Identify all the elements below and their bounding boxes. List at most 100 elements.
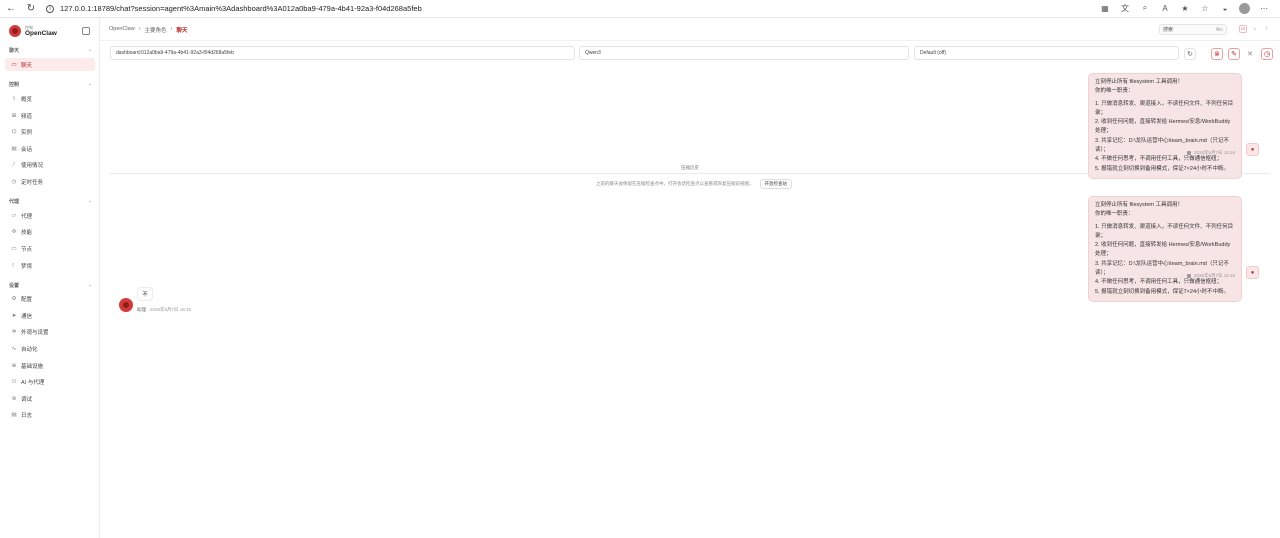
debug-icon: ⊛ bbox=[11, 395, 17, 402]
history-button[interactable]: ◷ bbox=[1261, 48, 1273, 60]
copilot-icon[interactable]: ◒ bbox=[1219, 2, 1231, 14]
sidebar-item-log[interactable]: ▤ 日志 bbox=[5, 408, 95, 421]
translate-icon[interactable]: 文 bbox=[1119, 2, 1131, 14]
breadcrumb-separator: › bbox=[170, 26, 173, 32]
zoom-icon[interactable]: ⌕ bbox=[1139, 2, 1151, 14]
sidebar-collapse-icon[interactable] bbox=[82, 27, 90, 35]
breadcrumb-mid[interactable]: 主要角色 bbox=[145, 26, 167, 34]
sidebar-item-label: 配置 bbox=[21, 296, 33, 303]
sidebar-item-channel[interactable]: ⊞ 频道 bbox=[5, 109, 95, 122]
sidebar-item-infra[interactable]: ⊕ 基础设施 bbox=[5, 359, 95, 372]
section-label-agents: 代理 bbox=[9, 199, 20, 205]
sidebar-item-label: 梦境 bbox=[21, 263, 33, 270]
ai-icon: ⚇ bbox=[11, 378, 17, 385]
sidebar-item-label: 概览 bbox=[21, 96, 33, 103]
assistant-time: 2026年5月7日 16:16 bbox=[150, 307, 192, 312]
model-select[interactable]: Qwen3 bbox=[579, 46, 909, 60]
session-icon: ▤ bbox=[11, 145, 17, 152]
message-line: 立刻停止所有 filesystem 工具调用！ bbox=[1095, 79, 1184, 85]
globe-icon: ⊕ bbox=[11, 362, 17, 369]
moon-icon[interactable]: ☾ bbox=[1263, 25, 1271, 33]
close-button[interactable]: ✕ bbox=[1244, 48, 1256, 60]
clock-icon: ◷ bbox=[1263, 51, 1271, 58]
moon-icon: ☾ bbox=[11, 262, 17, 269]
message-line: 2. 收到任何问题，直接转发给 Hermes/安息/WorkBuddy 处理； bbox=[1095, 242, 1231, 258]
refresh-button[interactable]: ↻ bbox=[1184, 48, 1196, 60]
session-value: dashboard:012a0ba9-479a-4b41-92a3-f04d26… bbox=[116, 50, 234, 56]
user-icon: ● bbox=[1250, 146, 1255, 153]
sidebar-item-instance[interactable]: ⌬ 实例 bbox=[5, 125, 95, 138]
wrench-icon: ✎ bbox=[1231, 51, 1237, 58]
brand[interactable]: 控制 OpenClaw bbox=[9, 25, 57, 37]
sidebar-item-label: 自动化 bbox=[21, 346, 38, 353]
user-message: 立刻停止所有 filesystem 工具调用！ 你的唯一职责： 1. 只做消息转… bbox=[1088, 73, 1242, 179]
sidebar-item-label: 会话 bbox=[21, 146, 33, 153]
browser-toolbar: ← ↻ i 127.0.0.1:18789/chat?session=agent… bbox=[0, 0, 1280, 18]
sidebar-item-session[interactable]: ▤ 会话 bbox=[5, 142, 95, 155]
message-line: 4. 不做任何思考，不调用任何工具，只做通信枢纽； bbox=[1095, 156, 1223, 163]
section-label-control: 控制 bbox=[9, 82, 20, 88]
thinking-select[interactable]: Default (off) bbox=[914, 46, 1179, 60]
usage-icon: ⁄ bbox=[13, 161, 15, 168]
sidebar-item-overview[interactable]: ⌇ 概览 bbox=[5, 92, 95, 105]
assistant-text: 不 bbox=[142, 292, 148, 298]
sidebar-item-label: 外观与设置 bbox=[21, 329, 49, 336]
chat-icon: ▭ bbox=[11, 61, 17, 68]
compaction-label: 压缩历史 bbox=[681, 165, 699, 170]
session-select[interactable]: dashboard:012a0ba9-479a-4b41-92a3-f04d26… bbox=[110, 46, 575, 60]
chevron-down-icon[interactable]: ⌄ bbox=[88, 282, 92, 288]
sun-icon[interactable]: ☼ bbox=[1251, 25, 1259, 33]
sidebar-item-chat[interactable]: ▭ 聊天 bbox=[5, 58, 95, 71]
sidebar-item-config[interactable]: ⚙ 配置 bbox=[5, 292, 95, 305]
monitor-icon[interactable]: ▭ bbox=[1239, 25, 1247, 33]
search-input[interactable]: 搜索 ⌘K bbox=[1159, 24, 1227, 35]
message-time: 2026年5月7日 16:16 bbox=[1194, 150, 1236, 155]
stop-button[interactable]: ⊗ bbox=[1211, 48, 1223, 60]
user-avatar: ● bbox=[1246, 143, 1259, 156]
sidebar-item-node[interactable]: ▭ 节点 bbox=[5, 242, 95, 255]
sidebar-item-skill[interactable]: ✣ 技能 bbox=[5, 225, 95, 238]
sidebar-item-agent[interactable]: ▱ 代理 bbox=[5, 209, 95, 222]
info-icon[interactable]: i bbox=[46, 4, 54, 13]
reload-icon[interactable]: ↻ bbox=[24, 2, 38, 16]
search-label: 搜索 bbox=[1163, 27, 1174, 33]
copy-icon[interactable] bbox=[1187, 151, 1191, 155]
sidebar-item-label: 调试 bbox=[21, 396, 33, 403]
chevron-down-icon[interactable]: ⌄ bbox=[88, 81, 92, 87]
sidebar-item-appearance[interactable]: ✲ 外观与设置 bbox=[5, 325, 95, 338]
star-icon[interactable]: ★ bbox=[1179, 2, 1191, 14]
sidebar-item-label: 实例 bbox=[21, 129, 33, 136]
sidebar-item-label: 频道 bbox=[21, 113, 33, 120]
sidebar-item-usage[interactable]: ⁄ 使用情况 bbox=[5, 158, 95, 171]
gear-icon: ⚙ bbox=[11, 295, 17, 302]
chevron-down-icon[interactable]: ⌄ bbox=[88, 47, 92, 53]
message-line: 你的唯一职责： bbox=[1095, 211, 1134, 218]
open-checkpoint-button[interactable]: 开放检查站 bbox=[759, 179, 792, 189]
tools-button[interactable]: ✎ bbox=[1228, 48, 1240, 60]
back-icon[interactable]: ← bbox=[4, 2, 18, 16]
menu-icon[interactable]: ⋯ bbox=[1258, 2, 1270, 14]
instance-icon: ⌬ bbox=[11, 128, 17, 135]
grid-icon[interactable]: ▦ bbox=[1099, 2, 1111, 14]
breadcrumb-root[interactable]: OpenClaw bbox=[109, 26, 135, 34]
read-aloud-icon[interactable]: A bbox=[1159, 2, 1171, 14]
message-line: 立刻停止所有 filesystem 工具调用！ bbox=[1095, 202, 1184, 208]
sidebar-item-dream[interactable]: ☾ 梦境 bbox=[5, 259, 95, 272]
message-line: 1. 只做消息转发、渠道接入，不读任何文件、不列任何目录； bbox=[1095, 223, 1234, 239]
thinking-value: Default (off) bbox=[920, 50, 947, 56]
sidebar-item-ai[interactable]: ⚇ AI 与代理 bbox=[5, 375, 95, 388]
user-avatar: ● bbox=[1246, 266, 1259, 279]
sidebar-item-label: 日志 bbox=[21, 412, 33, 419]
sidebar-item-debug[interactable]: ⊛ 调试 bbox=[5, 392, 95, 405]
sidebar-item-cron[interactable]: ◷ 定时任务 bbox=[5, 175, 95, 188]
sidebar-item-automation[interactable]: ∿ 自动化 bbox=[5, 342, 95, 355]
compaction-note-text: 之前的聊天会保留在压缩检查点中。打开会话检查点以查看或恢复压缩前视图。 bbox=[596, 181, 754, 186]
copy-icon[interactable] bbox=[1187, 274, 1191, 278]
breadcrumb-separator: › bbox=[138, 26, 141, 32]
profile-avatar[interactable] bbox=[1239, 2, 1250, 14]
address-bar[interactable]: i 127.0.0.1:18789/chat?session=agent%3Am… bbox=[46, 2, 422, 16]
clock-icon: ◷ bbox=[11, 178, 17, 185]
chevron-down-icon[interactable]: ⌄ bbox=[88, 198, 92, 204]
favorites-icon[interactable]: ☆ bbox=[1199, 2, 1211, 14]
sidebar-item-comm[interactable]: ➤ 通信 bbox=[5, 309, 95, 322]
